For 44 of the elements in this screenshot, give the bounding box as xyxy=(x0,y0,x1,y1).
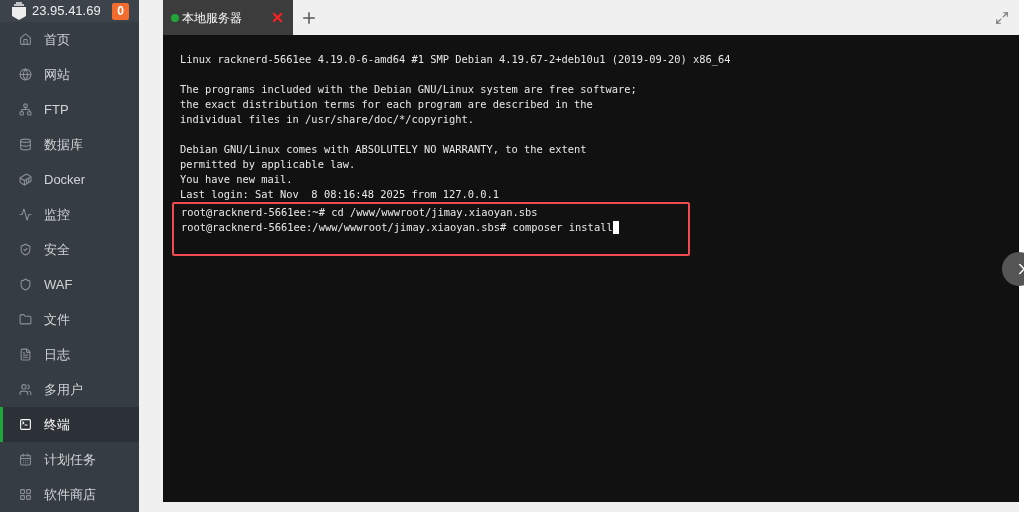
terminal-line: The programs included with the Debian GNU/Linux system are free software; xyxy=(180,82,637,97)
fullscreen-icon xyxy=(995,10,1009,25)
globe-icon xyxy=(19,68,32,81)
shield-icon xyxy=(19,243,32,256)
chart-icon xyxy=(19,208,32,221)
users-icon xyxy=(19,383,32,396)
sidebar-item[interactable]: Docker xyxy=(0,162,139,197)
sidebar-item[interactable]: 数据库 xyxy=(0,127,139,162)
terminal-line: the exact distribution terms for each program are described in the xyxy=(180,97,593,112)
terminal-line: root@racknerd-5661ee:/www/wwwroot/jimay.xiaoyan.sbs# composer install xyxy=(181,220,613,235)
sidebar-item[interactable]: 多用户 xyxy=(0,372,139,407)
terminal-line: root@racknerd-5661ee:~# cd /www/wwwroot/jimay.xiaoyan.sbs xyxy=(181,205,538,220)
terminal-icon xyxy=(19,418,32,431)
network-icon xyxy=(19,103,32,116)
terminal-line: Last login: Sat Nov 8 08:16:48 2025 from 127.0.0.1 xyxy=(180,187,500,202)
sidebar-item[interactable]: 安全 xyxy=(0,232,139,267)
terminal-line: individual files in /usr/share/doc/*/copyright. xyxy=(180,112,475,127)
sidebar-item[interactable]: 软件商店 xyxy=(0,477,139,512)
tab-label: 本地服务器 xyxy=(182,9,243,27)
folder-icon xyxy=(19,313,32,326)
terminal-line: permitted by applicable law. xyxy=(180,157,356,172)
sidebar-item[interactable]: 网站 xyxy=(0,57,139,92)
terminal-line: Debian GNU/Linux comes with ABSOLUTELY NO WARRANTY, to the extent xyxy=(180,142,587,157)
sidebar-item[interactable]: 计划任务 xyxy=(0,442,139,477)
shield-icon xyxy=(19,278,32,291)
terminal-tab[interactable]: 本地服务器 xyxy=(163,0,293,35)
terminal-line: Linux racknerd-5661ee 4.19.0-6-amd64 #1 SMP Debian 4.19.67-2+deb10u1 (2019-09-20) x86_64 xyxy=(180,52,731,67)
server-ip: 23.95.41.69 xyxy=(32,2,102,21)
terminal-line: You have new mail. xyxy=(180,172,293,187)
sidebar-item[interactable]: FTP xyxy=(0,92,139,127)
database-icon xyxy=(19,138,32,151)
sidebar-item[interactable]: 监控 xyxy=(0,197,139,232)
container-icon xyxy=(19,173,32,186)
sidebar-item[interactable]: 终端 xyxy=(0,407,139,442)
sidebar-item[interactable]: 首页 xyxy=(0,22,139,57)
server-logo-icon xyxy=(10,1,28,21)
calendar-icon xyxy=(19,453,32,466)
sidebar-item[interactable]: 文件 xyxy=(0,302,139,337)
sidebar-item[interactable]: WAF xyxy=(0,267,139,302)
grid-icon xyxy=(19,488,32,501)
house-icon xyxy=(19,33,32,46)
close-icon[interactable] xyxy=(270,10,285,25)
sidebar-item[interactable]: 日志 xyxy=(0,337,139,372)
document-icon xyxy=(19,348,32,361)
